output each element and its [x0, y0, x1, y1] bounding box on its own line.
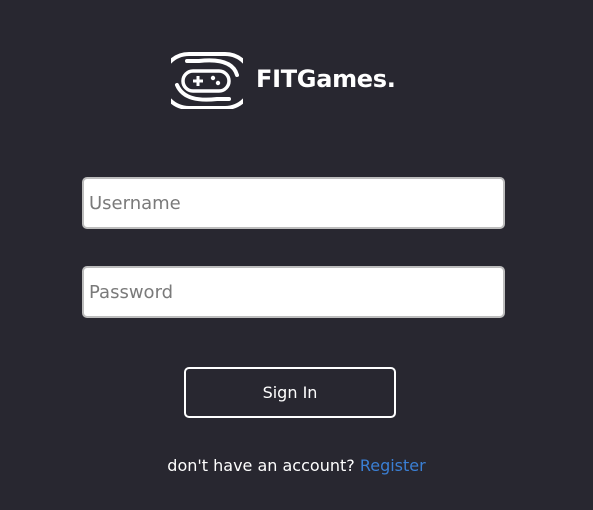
- gamepad-icon: [171, 52, 243, 109]
- username-input[interactable]: [82, 177, 505, 229]
- brand-name: FITGames.: [256, 65, 396, 93]
- register-prompt-text: don't have an account?: [167, 456, 355, 475]
- password-input[interactable]: [82, 266, 505, 318]
- sign-in-button[interactable]: Sign In: [184, 367, 396, 418]
- brand-logo: FITGames.: [171, 49, 396, 109]
- register-prompt: don't have an account? Register: [0, 456, 593, 475]
- register-link[interactable]: Register: [360, 456, 426, 475]
